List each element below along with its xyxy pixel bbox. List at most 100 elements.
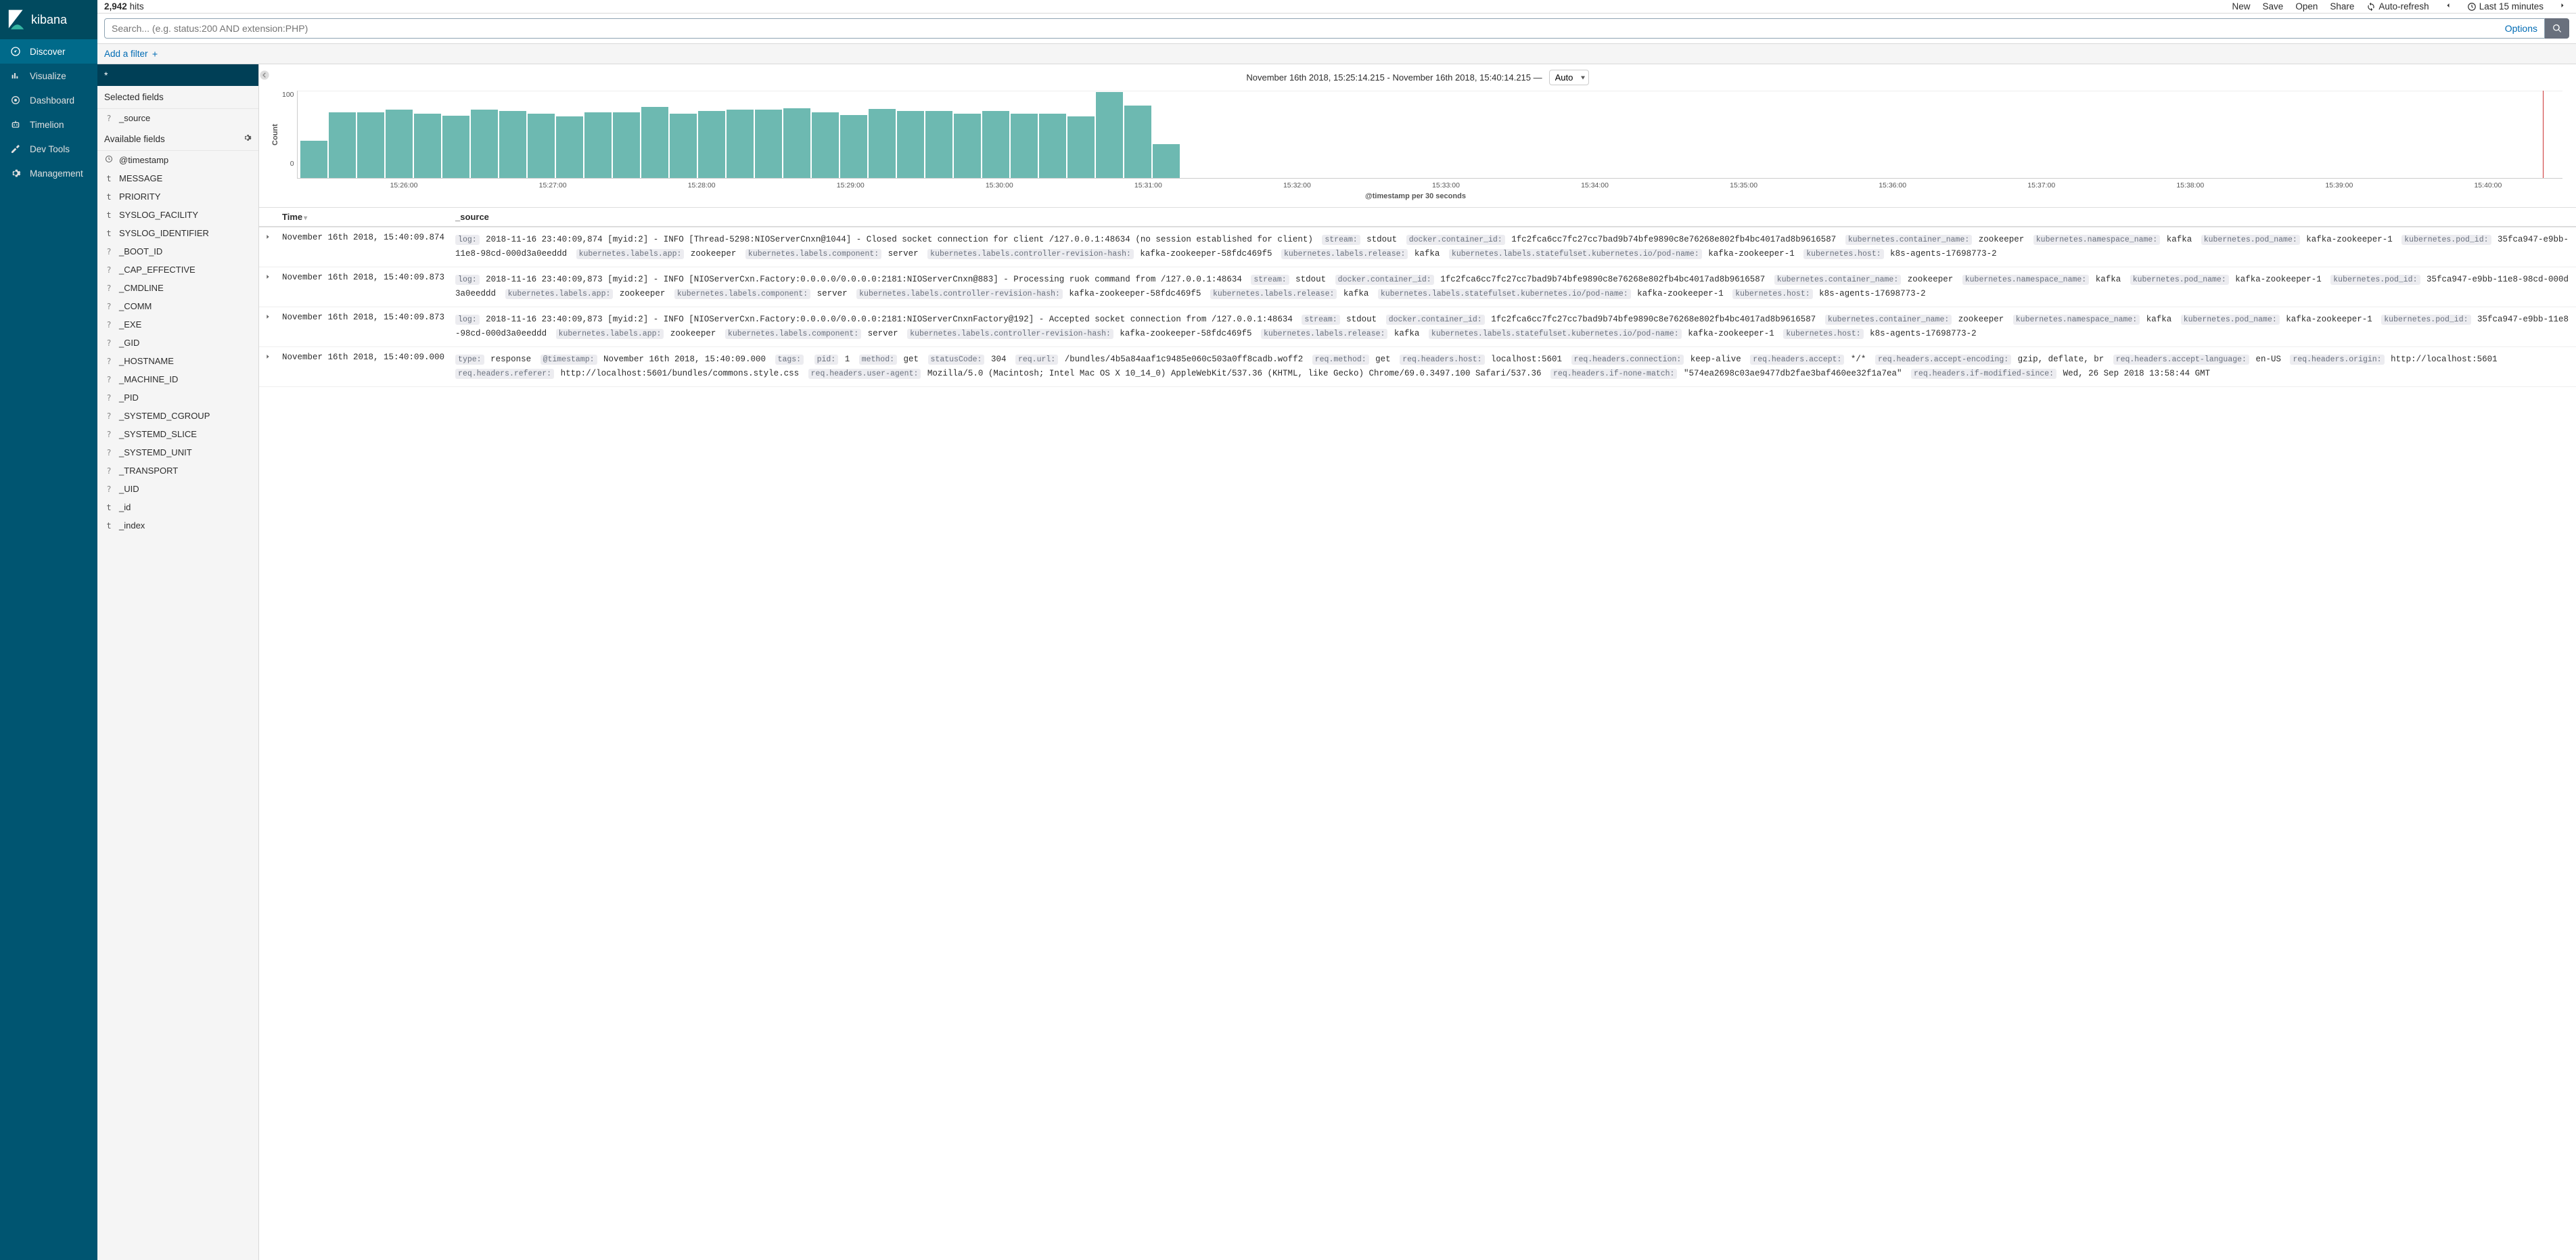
histogram-bar[interactable] xyxy=(641,107,668,178)
histogram-bar[interactable] xyxy=(300,141,327,178)
index-pattern-selector[interactable]: * xyxy=(97,64,258,86)
nav-item-timelion[interactable]: Timelion xyxy=(0,112,97,137)
histogram-bar[interactable] xyxy=(442,116,469,178)
field-item[interactable]: ?_COMM xyxy=(97,297,258,315)
histogram-bar[interactable] xyxy=(584,112,612,178)
histogram-chart[interactable]: Count 1000 15:26:0015:27:0015:28:0015:29… xyxy=(259,88,2576,207)
source-cell: log: 2018-11-16 23:40:09,874 [myid:2] - … xyxy=(450,227,2576,267)
query-options-link[interactable]: Options xyxy=(2498,19,2544,38)
field-item[interactable]: t _id xyxy=(97,498,258,516)
column-time-header[interactable]: Time▾ xyxy=(277,208,450,227)
field-item[interactable]: tPRIORITY xyxy=(97,187,258,206)
new-button[interactable]: New xyxy=(2232,1,2251,12)
histogram-bar[interactable] xyxy=(1011,114,1038,178)
field-item[interactable]: ?_PID xyxy=(97,388,258,407)
histogram-bar[interactable] xyxy=(499,111,526,178)
field-item[interactable]: ?_CAP_EFFECTIVE xyxy=(97,261,258,279)
caret-right-icon xyxy=(264,233,271,240)
field-name: PRIORITY xyxy=(119,192,160,202)
open-button[interactable]: Open xyxy=(2295,1,2318,12)
histogram-bar[interactable] xyxy=(755,110,782,178)
hit-count: 2,942 hits xyxy=(104,1,144,12)
expand-row-button[interactable] xyxy=(259,346,277,386)
histogram-bar[interactable] xyxy=(471,110,498,178)
field-type-icon: t xyxy=(104,503,114,512)
y-axis-ticks: 1000 xyxy=(282,91,297,179)
field-item[interactable]: @timestamp xyxy=(97,151,258,169)
field-item[interactable]: ?_GID xyxy=(97,334,258,352)
time-nav-next[interactable] xyxy=(2556,1,2569,12)
field-type-icon: ? xyxy=(104,114,114,123)
histogram-bar[interactable] xyxy=(556,116,583,178)
histogram-bar[interactable] xyxy=(727,110,754,178)
nav-item-visualize[interactable]: Visualize xyxy=(0,64,97,88)
field-item[interactable]: ?_HOSTNAME xyxy=(97,352,258,370)
histogram-bar[interactable] xyxy=(783,108,810,178)
field-name: @timestamp xyxy=(119,155,168,165)
column-source-header[interactable]: _source xyxy=(450,208,2576,227)
histogram-bar[interactable] xyxy=(386,110,413,178)
histogram-bar[interactable] xyxy=(1039,114,1066,178)
histogram-bar[interactable] xyxy=(1067,116,1095,178)
histogram-bar[interactable] xyxy=(613,112,640,178)
expand-row-button[interactable] xyxy=(259,307,277,346)
histogram-bar[interactable] xyxy=(982,111,1009,178)
nav-item-discover[interactable]: Discover xyxy=(0,39,97,64)
histogram-bar[interactable] xyxy=(414,114,441,178)
circle-icon xyxy=(9,94,22,106)
field-item[interactable]: ?_EXE xyxy=(97,315,258,334)
collapse-sidebar-button[interactable] xyxy=(259,70,270,83)
field-type-icon: ? xyxy=(104,265,114,275)
field-item[interactable]: tMESSAGE xyxy=(97,169,258,187)
histogram-bar[interactable] xyxy=(840,115,867,178)
field-item[interactable]: ?_MACHINE_ID xyxy=(97,370,258,388)
top-toolbar: 2,942 hits New Save Open Share Auto-refr… xyxy=(97,0,2576,14)
histogram-bar[interactable] xyxy=(357,112,384,178)
add-filter-button[interactable]: Add a filter xyxy=(104,49,159,59)
interval-select[interactable]: Auto xyxy=(1549,70,1589,85)
histogram-bar[interactable] xyxy=(812,112,839,178)
field-item[interactable]: ?_BOOT_ID xyxy=(97,242,258,261)
autorefresh-button[interactable]: Auto-refresh xyxy=(2366,1,2429,12)
histogram-bar[interactable] xyxy=(954,114,981,178)
nav-item-dashboard[interactable]: Dashboard xyxy=(0,88,97,112)
field-item[interactable]: ?_SYSTEMD_SLICE xyxy=(97,425,258,443)
table-row: November 16th 2018, 15:40:09.873log: 201… xyxy=(259,307,2576,346)
histogram-bar[interactable] xyxy=(698,111,725,178)
field-item[interactable]: ?_SYSTEMD_UNIT xyxy=(97,443,258,462)
field-item[interactable]: ?_UID xyxy=(97,480,258,498)
histogram-bar[interactable] xyxy=(869,109,896,178)
field-item[interactable]: ?_SYSTEMD_CGROUP xyxy=(97,407,258,425)
histogram-bar[interactable] xyxy=(329,112,356,178)
field-type-icon: ? xyxy=(104,338,114,348)
barchart-icon xyxy=(9,70,22,82)
field-item[interactable]: ?_CMDLINE xyxy=(97,279,258,297)
histogram-bar[interactable] xyxy=(1153,144,1180,178)
brand-logo[interactable]: kibana xyxy=(0,0,97,39)
time-nav-prev[interactable] xyxy=(2441,1,2455,12)
expand-row-button[interactable] xyxy=(259,267,277,307)
field-item[interactable]: tSYSLOG_FACILITY xyxy=(97,206,258,224)
histogram-bar[interactable] xyxy=(1124,106,1151,178)
histogram-bar[interactable] xyxy=(528,114,555,178)
chevron-left-icon xyxy=(2444,1,2452,9)
expand-row-button[interactable] xyxy=(259,227,277,267)
gear-icon xyxy=(9,167,22,179)
field-settings-button[interactable] xyxy=(243,133,252,144)
share-button[interactable]: Share xyxy=(2330,1,2354,12)
time-range-button[interactable]: Last 15 minutes xyxy=(2467,1,2544,12)
field-item[interactable]: t_index xyxy=(97,516,258,535)
nav-item-management[interactable]: Management xyxy=(0,161,97,185)
save-button[interactable]: Save xyxy=(2263,1,2284,12)
histogram-bar[interactable] xyxy=(1096,92,1123,178)
histogram-bar[interactable] xyxy=(925,111,952,178)
field-name: _id xyxy=(119,502,131,512)
field-item[interactable]: ?_source xyxy=(97,109,258,127)
query-input[interactable] xyxy=(105,19,2498,38)
field-item[interactable]: tSYSLOG_IDENTIFIER xyxy=(97,224,258,242)
histogram-bar[interactable] xyxy=(897,111,924,178)
nav-item-dev-tools[interactable]: Dev Tools xyxy=(0,137,97,161)
query-submit-button[interactable] xyxy=(2545,18,2569,39)
field-item[interactable]: ?_TRANSPORT xyxy=(97,462,258,480)
histogram-bar[interactable] xyxy=(670,114,697,178)
